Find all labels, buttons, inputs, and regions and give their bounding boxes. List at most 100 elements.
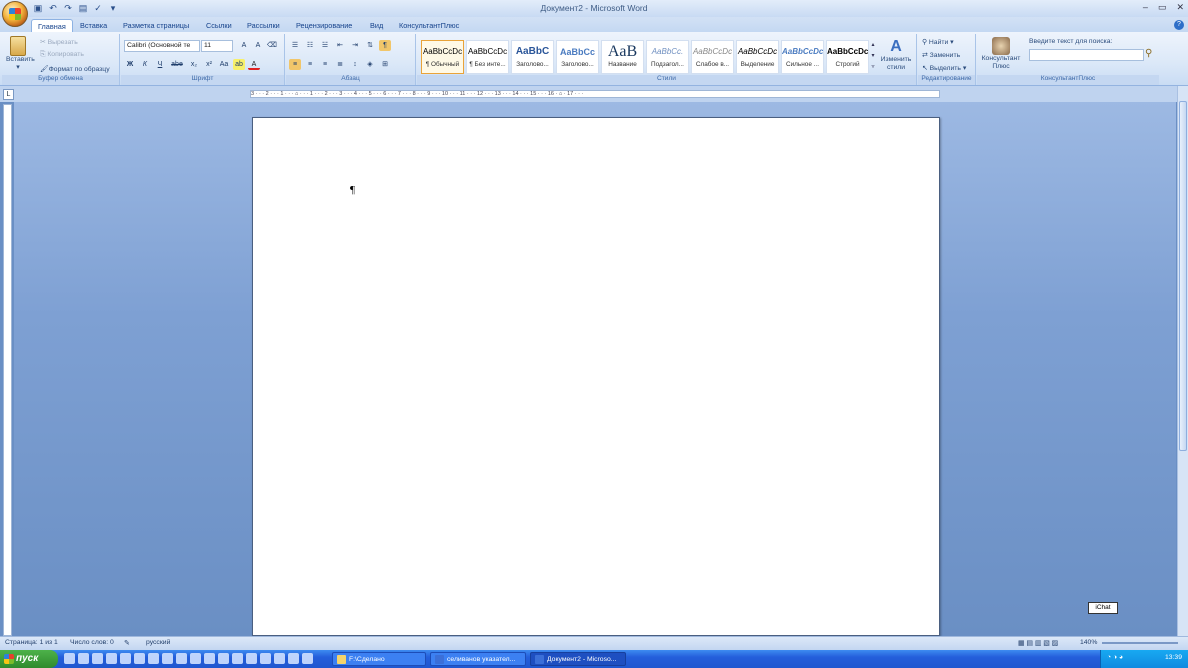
format-painter-button[interactable]: 🖌Формат по образцу	[40, 65, 110, 73]
subscript-button[interactable]: x₂	[188, 59, 200, 70]
bullets-icon[interactable]: ☰	[289, 40, 301, 51]
strikethrough-button[interactable]: abe	[169, 59, 185, 70]
app-icon[interactable]	[288, 653, 299, 664]
tab-insert[interactable]: Вставка	[80, 19, 107, 32]
style-intense-emphasis[interactable]: AaBbCcDc Сильное ...	[781, 40, 824, 74]
change-styles-button[interactable]: A Изменить стили	[879, 38, 913, 72]
select-button[interactable]: ↖ Выделить ▾	[922, 64, 966, 72]
justify-icon[interactable]: ≣	[334, 59, 346, 70]
tab-selector[interactable]: L	[3, 89, 14, 100]
app-icon[interactable]	[302, 653, 313, 664]
scroll-thumb[interactable]	[1179, 101, 1187, 451]
task-word-doc-1[interactable]: селиванов указател...	[430, 652, 526, 666]
style-subtle-emphasis[interactable]: AaBbCcDc Слабое в...	[691, 40, 734, 74]
decrease-indent-icon[interactable]: ⇤	[334, 40, 346, 51]
increase-indent-icon[interactable]: ⇥	[349, 40, 361, 51]
app-icon[interactable]	[204, 653, 215, 664]
tab-references[interactable]: Ссылки	[206, 19, 232, 32]
tray-icons[interactable]: ◔ ◑ ◕	[1107, 654, 1123, 661]
app-icon[interactable]	[120, 653, 131, 664]
app-icon[interactable]	[274, 653, 285, 664]
copy-button[interactable]: ⎘ Копировать	[40, 51, 84, 59]
numbering-icon[interactable]: ☷	[304, 40, 316, 51]
task-word-doc-2[interactable]: Документ2 - Microso...	[530, 652, 626, 666]
superscript-button[interactable]: x²	[203, 59, 215, 70]
replace-button[interactable]: ⇄ Заменить	[922, 51, 960, 59]
align-center-icon[interactable]: ≡	[304, 59, 316, 70]
word-count[interactable]: Число слов: 0	[70, 639, 114, 646]
clear-format-icon[interactable]: ⌫	[266, 40, 278, 51]
paste-button[interactable]: Вставить ▾	[6, 36, 35, 71]
page-count[interactable]: Страница: 1 из 1	[5, 639, 58, 646]
tab-page-layout[interactable]: Разметка страницы	[123, 19, 189, 32]
align-left-icon[interactable]: ≡	[289, 59, 301, 70]
close-button[interactable]: ✕	[1176, 2, 1184, 13]
italic-button[interactable]: К	[139, 59, 151, 70]
cut-button[interactable]: ✂ Вырезать	[40, 38, 78, 46]
style-emphasis[interactable]: AaBbCcDc Выделение	[736, 40, 779, 74]
clock[interactable]: 13:39	[1165, 654, 1182, 661]
multilevel-list-icon[interactable]: ☱	[319, 40, 331, 51]
ie-icon[interactable]	[64, 653, 75, 664]
start-button[interactable]: пуск	[0, 650, 58, 668]
app-icon[interactable]	[162, 653, 173, 664]
explorer-icon[interactable]	[78, 653, 89, 664]
consultant-button[interactable]: Консультант Плюс	[980, 37, 1022, 71]
app-icon[interactable]	[148, 653, 159, 664]
tab-view[interactable]: Вид	[370, 19, 383, 32]
horizontal-ruler[interactable]: 3 · · · 2 · · · 1 · · · ⌂ · · · 1 · · · …	[0, 86, 1188, 102]
show-marks-icon[interactable]: ¶	[379, 40, 391, 51]
tab-consultant[interactable]: КонсультантПлюс	[399, 19, 459, 32]
zoom-slider[interactable]	[1102, 642, 1178, 644]
tab-home[interactable]: Главная	[31, 19, 73, 32]
app-icon[interactable]	[260, 653, 271, 664]
style-normal[interactable]: AaBbCcDc ¶ Обычный	[421, 40, 464, 74]
tab-mailings[interactable]: Рассылки	[247, 19, 280, 32]
app-icon[interactable]	[232, 653, 243, 664]
style-heading-2[interactable]: AaBbCc Заголово...	[556, 40, 599, 74]
style-heading-1[interactable]: AaBbC Заголово...	[511, 40, 554, 74]
bold-button[interactable]: Ж	[124, 59, 136, 70]
style-title[interactable]: AaB Название	[601, 40, 644, 74]
vertical-ruler[interactable]	[3, 104, 12, 636]
highlight-icon[interactable]: ab	[233, 59, 245, 70]
vertical-scrollbar[interactable]	[1177, 86, 1188, 636]
view-buttons[interactable]: ▦▤▥▧▨	[1018, 639, 1060, 647]
firefox-icon[interactable]	[92, 653, 103, 664]
media-icon[interactable]	[106, 653, 117, 664]
style-subtitle[interactable]: AaBbCc. Подзагол...	[646, 40, 689, 74]
language[interactable]: русский	[146, 639, 170, 646]
search-icon[interactable]: ⚲	[1145, 48, 1152, 59]
document-page[interactable]	[252, 117, 940, 636]
consultant-search-input[interactable]	[1029, 49, 1144, 61]
ichat-widget[interactable]: iChat	[1088, 602, 1118, 614]
line-spacing-icon[interactable]: ↕	[349, 59, 361, 70]
font-color-icon[interactable]: A	[248, 59, 260, 70]
font-name-combo[interactable]: Calibri (Основной те	[124, 40, 200, 52]
proofing-icon[interactable]: ✎	[124, 639, 130, 647]
font-size-combo[interactable]: 11	[201, 40, 233, 52]
underline-button[interactable]: Ч	[154, 59, 166, 70]
app-icon[interactable]	[176, 653, 187, 664]
task-folder[interactable]: F:\Сделано	[332, 652, 426, 666]
find-button[interactable]: ⚲ Найти ▾	[922, 38, 954, 46]
shrink-font-button[interactable]: A	[252, 40, 264, 51]
zoom-level[interactable]: 140%	[1080, 639, 1097, 646]
app-icon[interactable]	[190, 653, 201, 664]
styles-scroll[interactable]: ▴ ▾ ▿	[869, 40, 877, 74]
tab-review[interactable]: Рецензирование	[296, 19, 352, 32]
app-icon[interactable]	[134, 653, 145, 664]
help-icon[interactable]: ?	[1174, 20, 1184, 30]
style-no-spacing[interactable]: AaBbCcDc ¶ Без инте...	[466, 40, 509, 74]
align-right-icon[interactable]: ≡	[319, 59, 331, 70]
grow-font-button[interactable]: A	[238, 40, 250, 51]
app-icon[interactable]	[246, 653, 257, 664]
shading-icon[interactable]: ◈	[364, 59, 376, 70]
sort-icon[interactable]: ⇅	[364, 40, 376, 51]
restore-button[interactable]: ▭	[1158, 2, 1167, 13]
style-strong[interactable]: AaBbCcDc Строгий	[826, 40, 869, 74]
minimize-button[interactable]: –	[1143, 2, 1148, 13]
change-case-button[interactable]: Aa	[218, 59, 230, 70]
office-button[interactable]	[2, 1, 28, 27]
borders-icon[interactable]: ⊞	[379, 59, 391, 70]
